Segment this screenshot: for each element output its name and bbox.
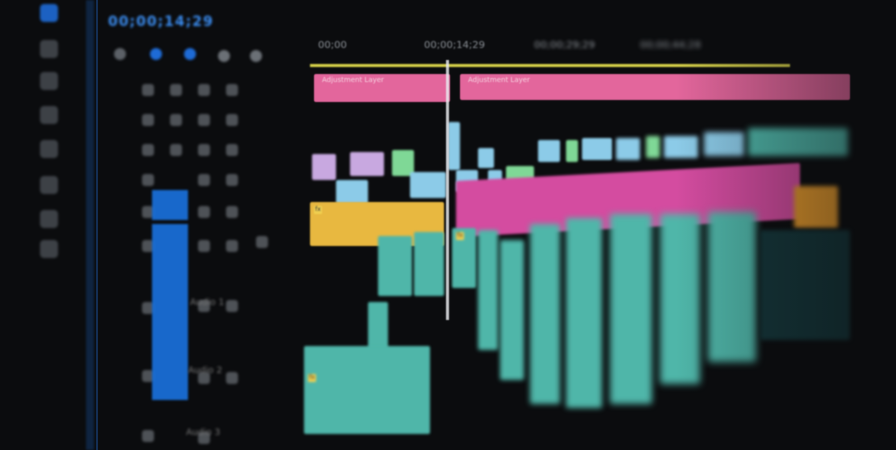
eye-icon[interactable] [198, 114, 210, 126]
video-clip[interactable] [582, 138, 612, 160]
audio-track-label: Audio 3 [186, 428, 221, 438]
ruler-time-label: 00;00 [318, 40, 347, 51]
premiere-timeline-screen: 00;00;14;29 Audio 1 Audio 2 Audio 3 00;0… [0, 0, 896, 450]
video-clip[interactable] [312, 154, 336, 180]
type-tool-icon[interactable] [40, 240, 58, 258]
toggle-sync-lock-icon[interactable] [142, 114, 154, 126]
eye-icon[interactable] [198, 84, 210, 96]
audio-clip[interactable] [500, 240, 524, 380]
razor-tool-icon[interactable] [40, 106, 58, 124]
hand-tool-icon[interactable] [40, 210, 58, 228]
mute-icon[interactable] [198, 240, 210, 252]
clip-label: Adjustment Layer [468, 76, 530, 84]
eye-icon[interactable] [198, 144, 210, 156]
pen-tool-icon[interactable] [40, 176, 58, 194]
audio-clip[interactable]: fx [452, 228, 476, 288]
panel-divider [86, 0, 94, 450]
depth-of-field-vignette [676, 0, 896, 450]
fx-badge-icon: fx [456, 232, 464, 240]
audio-track-label: Audio 2 [188, 366, 223, 376]
toggle-sync-lock-icon[interactable] [142, 430, 154, 442]
video-clip[interactable] [478, 148, 494, 168]
eye-icon[interactable] [198, 174, 210, 186]
audio-clip[interactable] [414, 232, 444, 296]
video-clip[interactable] [350, 152, 384, 176]
insert-sequence-icon[interactable] [114, 48, 126, 60]
microphone-icon[interactable] [256, 236, 268, 248]
playhead-timecode[interactable]: 00;00;14;29 [108, 14, 214, 30]
adjustment-layer-clip[interactable]: Adjustment Layer [314, 74, 450, 102]
tool-panel [34, 0, 70, 450]
lock-icon[interactable] [226, 144, 238, 156]
audio-clip[interactable] [478, 230, 498, 350]
fx-badge-icon: fx [314, 206, 322, 214]
panel-divider-line [96, 0, 98, 450]
selection-tool-icon[interactable] [40, 4, 58, 22]
audio-meter-segment [152, 190, 188, 220]
audio-meter-segment [152, 224, 188, 400]
toggle-sync-lock-icon[interactable] [142, 144, 154, 156]
toggle-track-output-icon[interactable] [170, 144, 182, 156]
video-clip[interactable] [566, 140, 578, 162]
toggle-sync-lock-icon[interactable] [142, 84, 154, 96]
lock-icon[interactable] [226, 84, 238, 96]
lock-icon[interactable] [226, 174, 238, 186]
toggle-track-output-icon[interactable] [170, 114, 182, 126]
clip-label: Adjustment Layer [322, 76, 384, 84]
playhead-line[interactable] [446, 60, 449, 320]
ruler-time-label: 00;00;29;29 [534, 40, 596, 51]
video-clip[interactable] [410, 172, 446, 198]
video-clip[interactable] [448, 122, 460, 170]
solo-icon[interactable] [226, 300, 238, 312]
audio-clip[interactable] [610, 214, 652, 404]
audio-clip[interactable]: fx [304, 346, 430, 434]
ruler-time-label: 00;00;14;29 [424, 40, 486, 51]
add-marker-icon[interactable] [218, 50, 230, 62]
track-select-tool-icon[interactable] [40, 40, 58, 58]
toggle-track-output-icon[interactable] [170, 84, 182, 96]
video-clip[interactable] [646, 136, 660, 158]
video-clip[interactable] [616, 138, 640, 160]
solo-icon[interactable] [226, 240, 238, 252]
snap-icon[interactable] [150, 48, 162, 60]
ripple-edit-tool-icon[interactable] [40, 72, 58, 90]
audio-clip[interactable] [566, 218, 602, 408]
linked-selection-icon[interactable] [184, 48, 196, 60]
lock-icon[interactable] [226, 114, 238, 126]
audio-clip[interactable] [378, 236, 412, 296]
solo-icon[interactable] [226, 206, 238, 218]
wrench-icon[interactable] [250, 50, 262, 62]
video-clip[interactable] [538, 140, 560, 162]
audio-track-label: Audio 1 [190, 298, 225, 308]
fx-badge-icon: fx [308, 374, 316, 382]
slip-tool-icon[interactable] [40, 140, 58, 158]
audio-clip[interactable] [530, 224, 560, 404]
toggle-sync-lock-icon[interactable] [142, 174, 154, 186]
video-clip[interactable] [336, 180, 368, 204]
mute-icon[interactable] [198, 206, 210, 218]
solo-icon[interactable] [226, 372, 238, 384]
